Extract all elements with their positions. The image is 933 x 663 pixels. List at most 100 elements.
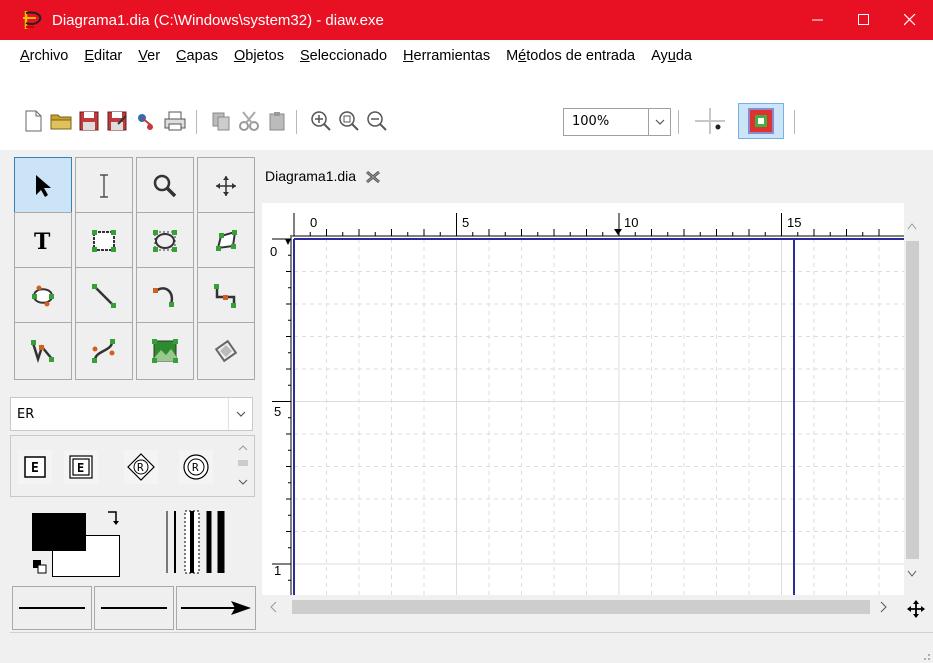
paste-button[interactable]: [264, 108, 290, 134]
box-tool[interactable]: [75, 212, 133, 270]
tab-bar: Diagrama1.dia: [255, 150, 933, 200]
new-file-icon: [25, 110, 42, 132]
sheet-name: ER: [17, 406, 35, 422]
vruler-label-5: 5: [274, 404, 282, 419]
scroll-tool[interactable]: [197, 157, 255, 215]
polygon-tool[interactable]: [197, 212, 255, 270]
copy-icon: [212, 112, 230, 131]
menu-seleccionado[interactable]: Seleccionado: [292, 48, 395, 64]
zoom-in-icon: [311, 111, 331, 131]
close-button[interactable]: [887, 0, 933, 40]
menu-objetos[interactable]: Objetos: [226, 48, 292, 64]
tab-diagrama1[interactable]: Diagrama1.dia: [259, 160, 388, 196]
sheet-selector[interactable]: ER: [10, 397, 253, 431]
sheet-scrollbar[interactable]: [233, 438, 253, 494]
print-button[interactable]: [162, 108, 188, 134]
export-icon: [138, 114, 153, 130]
zoom-out-icon: [367, 111, 387, 131]
menu-ver[interactable]: Ver: [130, 48, 168, 64]
line-tool[interactable]: [75, 267, 133, 325]
magnify-tool[interactable]: [136, 157, 194, 215]
cut-button[interactable]: [236, 108, 262, 134]
minimize-button[interactable]: [795, 0, 841, 40]
zoom-in-button[interactable]: [308, 108, 334, 134]
line-start-icon: [19, 607, 85, 609]
hruler-label-0: 0: [310, 215, 318, 230]
bezier-line-tool[interactable]: [75, 322, 133, 380]
zoom-best-fit-button[interactable]: [336, 108, 362, 134]
image-tool[interactable]: [136, 322, 194, 380]
swap-colors-icon[interactable]: [104, 509, 122, 531]
pointer-arrow-icon: [36, 175, 51, 197]
text-tool[interactable]: T: [14, 212, 72, 270]
close-icon: [904, 14, 916, 26]
er-relationship-shape[interactable]: R: [124, 450, 158, 484]
save-as-button[interactable]: [104, 108, 130, 134]
maximize-button[interactable]: [841, 0, 887, 40]
hruler-label-10: 10: [624, 215, 639, 230]
arc-tool[interactable]: [136, 267, 194, 325]
polyline-shape-icon: [31, 340, 54, 364]
save-button[interactable]: [76, 108, 102, 134]
snap-to-object-toggle[interactable]: [738, 103, 784, 139]
er-attribute-shape[interactable]: R: [179, 450, 213, 484]
box-shape-icon: [92, 230, 116, 252]
export-button[interactable]: [132, 108, 158, 134]
snap-to-grid-toggle[interactable]: [692, 108, 728, 134]
open-folder-icon: [50, 114, 72, 130]
line-style-icon: [101, 607, 167, 609]
toolbar-separator: [296, 110, 297, 134]
beziergon-tool[interactable]: [14, 267, 72, 325]
ellipse-tool[interactable]: [136, 212, 194, 270]
text-edit-tool[interactable]: [75, 157, 133, 215]
hruler-label-5: 5: [462, 215, 470, 230]
pointer-tool[interactable]: [14, 157, 72, 215]
title-bar: Diagrama1.dia (C:\Windows\system32) - di…: [0, 0, 933, 40]
zoom-best-fit-icon: [339, 111, 359, 131]
line-style-button[interactable]: [94, 586, 174, 630]
menu-archivo[interactable]: Archivo: [0, 48, 76, 64]
sheet-dropdown-button[interactable]: [228, 398, 252, 430]
save-icon: [79, 111, 99, 131]
menu-capas[interactable]: Capas: [168, 48, 226, 64]
zoom-level-input[interactable]: 100%: [563, 108, 649, 136]
zoom-dropdown-button[interactable]: [649, 108, 671, 136]
dia-app-icon[interactable]: [22, 8, 46, 32]
svg-text:E: E: [31, 461, 39, 476]
zigzag-line-icon: [214, 284, 236, 308]
start-arrow-button[interactable]: [12, 586, 92, 630]
new-file-button[interactable]: [20, 108, 46, 134]
zoom-out-button[interactable]: [364, 108, 390, 134]
er-weak-entity-shape[interactable]: E: [64, 450, 98, 484]
sheet-shapes-panel: E E R R: [10, 435, 255, 497]
zigzag-line-tool[interactable]: [197, 267, 255, 325]
navigate-icon[interactable]: [907, 600, 925, 618]
open-button[interactable]: [48, 108, 74, 134]
menu-metodos-de-entrada[interactable]: Métodos de entrada: [498, 48, 643, 64]
line-width-icon[interactable]: [163, 507, 233, 577]
vertical-scrollbar[interactable]: [904, 203, 921, 595]
resize-grip-icon[interactable]: [919, 649, 931, 661]
close-tab-icon[interactable]: [364, 169, 382, 185]
magnifier-icon: [153, 174, 177, 198]
menu-ayuda[interactable]: Ayuda: [643, 48, 700, 64]
copy-button[interactable]: [208, 108, 234, 134]
menu-herramientas[interactable]: Herramientas: [395, 48, 498, 64]
reset-colors-icon[interactable]: [32, 559, 48, 575]
er-entity-shape[interactable]: E: [18, 450, 52, 484]
outline-tool[interactable]: [197, 322, 255, 380]
vruler-label-0: 0: [270, 244, 278, 259]
attribute-icon: R: [183, 454, 209, 480]
horizontal-ruler: 0 5 10 15: [290, 203, 904, 237]
print-icon: [164, 111, 186, 131]
minimize-icon: [812, 19, 823, 21]
end-arrow-button[interactable]: [176, 586, 256, 630]
maximize-icon: [858, 14, 869, 25]
diagram-canvas[interactable]: [262, 203, 904, 595]
menu-editar[interactable]: Editar: [76, 48, 130, 64]
foreground-color-swatch[interactable]: [32, 513, 86, 551]
horizontal-scrollbar[interactable]: [262, 595, 904, 619]
svg-text:E: E: [77, 461, 84, 475]
move-arrows-icon: [216, 176, 236, 196]
polyline-tool[interactable]: [14, 322, 72, 380]
